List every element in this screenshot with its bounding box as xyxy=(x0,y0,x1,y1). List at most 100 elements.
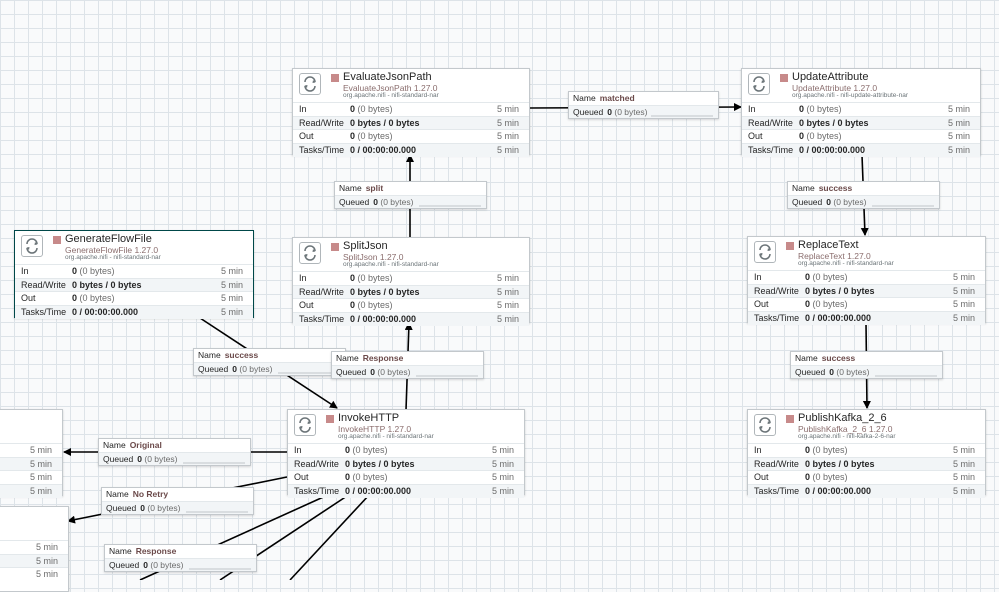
time-label: 5 min xyxy=(496,131,519,142)
connection-success-update[interactable]: Name success Queued 0 (0 bytes) xyxy=(787,181,940,209)
rw-value: 0 bytes / 0 bytes xyxy=(805,458,875,469)
time-label: 5 min xyxy=(491,472,514,483)
in-bytes: (0 bytes) xyxy=(806,104,842,114)
conn-name-label: Name xyxy=(103,440,126,450)
row-tasks: Tasks/Time 0 / 00:00:00.000 5 min xyxy=(748,484,985,498)
conn-queued-label: Queued xyxy=(336,366,367,377)
processor-generateflowfile[interactable]: GenerateFlowFile GenerateFlowFile 1.27.0… xyxy=(14,230,254,319)
processor-name: SplitJson xyxy=(343,240,388,252)
time-label: 5 min xyxy=(947,104,970,114)
processor-icon xyxy=(294,414,316,436)
conn-queued-count: 0 xyxy=(373,196,378,207)
processor-name: PublishKafka_2_6 xyxy=(798,412,887,424)
conn-name: success xyxy=(224,350,259,360)
conn-queued-bytes: (0 bytes) xyxy=(377,366,411,377)
queue-bar xyxy=(872,205,934,207)
processor-invokehttp[interactable]: InvokeHTTP InvokeHTTP 1.27.0 org.apache.… xyxy=(287,409,525,498)
conn-queued-label: Queued xyxy=(103,453,134,464)
out-count: 0 xyxy=(799,131,805,142)
conn-name-row: Name No Retry xyxy=(102,488,253,501)
out-bytes: (0 bytes) xyxy=(812,299,848,310)
connection-original[interactable]: Name Original Queued 0 (0 bytes) xyxy=(98,438,251,466)
row-rw: Read/Write 0 bytes / 0 bytes 5 min xyxy=(748,456,985,471)
out-bytes: (0 bytes) xyxy=(79,293,115,304)
conn-queued-bytes: (0 bytes) xyxy=(833,196,867,207)
row-in: In 0 (0 bytes) 5 min xyxy=(293,102,529,116)
out-count: 0 xyxy=(350,131,356,142)
row-label: In xyxy=(299,273,307,283)
row-label: Tasks/Time xyxy=(299,145,345,156)
stopped-icon xyxy=(326,415,334,423)
time-label: 5 min xyxy=(35,569,58,580)
row-label: Read/Write xyxy=(294,458,339,469)
row-in: In 0 (0 bytes) 5 min xyxy=(748,443,985,457)
row-out: 5 min xyxy=(0,470,62,484)
conn-queued-bytes: (0 bytes) xyxy=(614,106,648,117)
time-label: 5 min xyxy=(29,486,52,497)
time-label: 5 min xyxy=(952,472,975,483)
processor-partial-lower[interactable]: 5 min 5 min 5 min xyxy=(0,506,69,592)
processor-bundle: org.apache.nifi - nifi-standard-nar xyxy=(65,254,161,261)
rw-value: 0 bytes / 0 bytes xyxy=(799,117,869,128)
row-out: Out 0 (0 bytes) 5 min xyxy=(748,297,985,311)
conn-name: Original xyxy=(129,440,162,450)
in-bytes: (0 bytes) xyxy=(357,104,393,114)
processor-partial-upper[interactable]: 5 min 5 min 5 min 5 min xyxy=(0,409,63,498)
time-label: 5 min xyxy=(496,104,519,114)
out-count: 0 xyxy=(350,300,356,311)
connection-response-left[interactable]: Name Response Queued 0 (0 bytes) xyxy=(104,544,257,572)
connection-success-replace[interactable]: Name success Queued 0 (0 bytes) xyxy=(790,351,943,379)
connection-success-generate[interactable]: Name success Queued 0 (0 bytes) xyxy=(193,348,346,376)
conn-queued-bytes: (0 bytes) xyxy=(380,196,414,207)
processor-replacetext[interactable]: ReplaceText ReplaceText 1.27.0 org.apach… xyxy=(747,236,986,325)
processor-publishkafka[interactable]: PublishKafka_2_6 PublishKafka_2_6 1.27.0… xyxy=(747,409,986,498)
conn-name-row: Name success xyxy=(788,182,939,195)
conn-queued-label: Queued xyxy=(339,196,370,207)
in-bytes: (0 bytes) xyxy=(812,445,848,455)
time-label: 5 min xyxy=(220,293,243,304)
time-label: 5 min xyxy=(952,458,975,469)
conn-queued-bytes: (0 bytes) xyxy=(239,363,273,374)
conn-queued-count: 0 xyxy=(607,106,612,117)
processor-header: ReplaceText ReplaceText 1.27.0 org.apach… xyxy=(748,237,985,270)
connection-split[interactable]: Name split Queued 0 (0 bytes) xyxy=(334,181,487,209)
stopped-icon xyxy=(786,242,794,250)
processor-header: PublishKafka_2_6 PublishKafka_2_6 1.27.0… xyxy=(748,410,985,443)
processor-name: InvokeHTTP xyxy=(338,412,400,424)
processor-updateattribute[interactable]: UpdateAttribute UpdateAttribute 1.27.0 o… xyxy=(741,68,981,157)
time-label: 5 min xyxy=(29,472,52,483)
rw-value: 0 bytes / 0 bytes xyxy=(350,117,420,128)
conn-queued-row: Queued 0 (0 bytes) xyxy=(194,361,345,375)
queue-bar xyxy=(651,115,713,117)
processor-header: GenerateFlowFile GenerateFlowFile 1.27.0… xyxy=(15,231,253,264)
row-out: Out 0 (0 bytes) 5 min xyxy=(288,470,524,484)
stopped-icon xyxy=(331,74,339,82)
conn-name-row: Name success xyxy=(194,349,345,362)
row-label: Tasks/Time xyxy=(754,313,800,324)
conn-queued-count: 0 xyxy=(232,363,237,374)
time-label: 5 min xyxy=(220,266,243,276)
processor-icon xyxy=(299,242,321,264)
processor-evaluatejsonpath[interactable]: EvaluateJsonPath EvaluateJsonPath 1.27.0… xyxy=(292,68,530,157)
row-label: Read/Write xyxy=(754,285,799,296)
processor-bundle: org.apache.nifi - nifi-kafka-2-6-nar xyxy=(798,433,896,440)
time-label: 5 min xyxy=(952,486,975,497)
tasks-value: 0 / 00:00:00.000 xyxy=(805,486,872,497)
in-count: 0 xyxy=(805,272,811,282)
processor-splitjson[interactable]: SplitJson SplitJson 1.27.0 org.apache.ni… xyxy=(292,237,530,326)
row-in: In 0 (0 bytes) 5 min xyxy=(293,271,529,285)
queue-bar xyxy=(419,205,481,207)
queue-bar xyxy=(186,511,248,513)
processor-bundle: org.apache.nifi - nifi-update-attribute-… xyxy=(792,92,908,99)
tasks-value: 0 / 00:00:00.000 xyxy=(799,145,866,156)
connection-noretry[interactable]: Name No Retry Queued 0 (0 bytes) xyxy=(101,487,254,515)
processor-name: EvaluateJsonPath xyxy=(343,71,432,83)
time-label: 5 min xyxy=(496,300,519,311)
conn-name-row: Name Response xyxy=(105,545,256,558)
connection-response-invoke[interactable]: Name Response Queued 0 (0 bytes) xyxy=(331,351,484,379)
row-label: Tasks/Time xyxy=(754,486,800,497)
row-in: In 0 (0 bytes) 5 min xyxy=(742,102,980,116)
connection-matched[interactable]: Name matched Queued 0 (0 bytes) xyxy=(568,91,719,119)
time-label: 5 min xyxy=(29,445,52,455)
processor-bundle: org.apache.nifi - nifi-standard-nar xyxy=(343,261,439,268)
